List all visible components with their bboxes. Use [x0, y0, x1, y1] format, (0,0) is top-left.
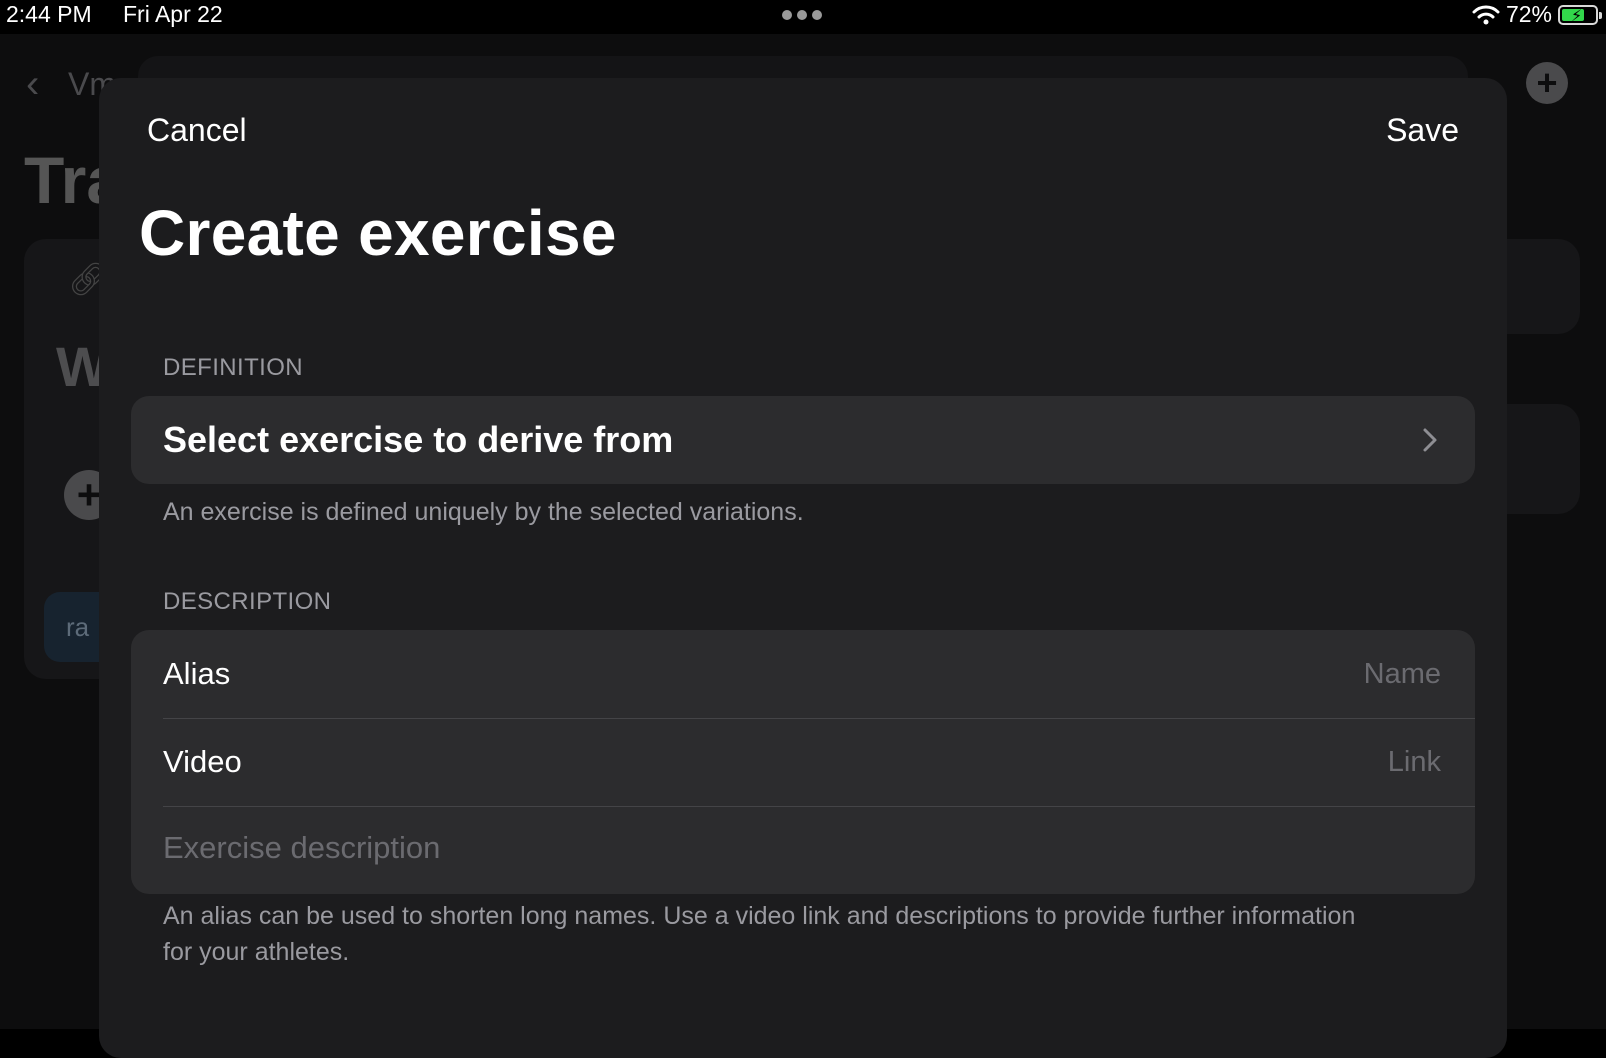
wifi-icon [1472, 5, 1500, 24]
description-row[interactable] [131, 806, 1475, 894]
select-exercise-row[interactable]: Select exercise to derive from [131, 396, 1475, 484]
select-exercise-label: Select exercise to derive from [163, 419, 674, 460]
status-time: 2:44 PM [6, 1, 92, 27]
video-row[interactable]: Video [131, 718, 1475, 806]
page-title: Create exercise [139, 197, 617, 269]
alias-input[interactable] [1039, 656, 1443, 692]
status-right: 72% ⚡︎ [1472, 1, 1602, 28]
add-icon[interactable]: + [1526, 62, 1568, 104]
description-section-header: DESCRIPTION [163, 588, 332, 615]
alias-row[interactable]: Alias [131, 630, 1475, 718]
back-chevron-icon[interactable]: ‹ [26, 62, 39, 107]
chevron-right-icon [1423, 428, 1437, 452]
battery-icon: ⚡︎ [1558, 4, 1602, 25]
definition-section-header: DEFINITION [163, 354, 303, 381]
definition-footer: An exercise is defined uniquely by the s… [163, 498, 804, 526]
multitasking-dots-icon[interactable] [782, 10, 822, 20]
definition-group: Select exercise to derive from [131, 396, 1475, 484]
alias-label: Alias [163, 656, 231, 691]
save-button[interactable]: Save [1386, 112, 1459, 149]
video-link-input[interactable] [1039, 744, 1443, 780]
video-label: Video [163, 744, 242, 779]
create-exercise-sheet: Cancel Save Create exercise DEFINITION S… [99, 78, 1507, 1058]
description-footer: An alias can be used to shorten long nam… [163, 902, 1356, 966]
status-bar: 2:44 PM Fri Apr 22 72% ⚡︎ [0, 0, 1606, 34]
battery-percent: 72% [1505, 1, 1552, 27]
status-date: Fri Apr 22 [123, 1, 223, 27]
cancel-button[interactable]: Cancel [147, 112, 247, 149]
description-group: Alias Video [131, 630, 1475, 894]
exercise-description-input[interactable] [163, 830, 1443, 870]
